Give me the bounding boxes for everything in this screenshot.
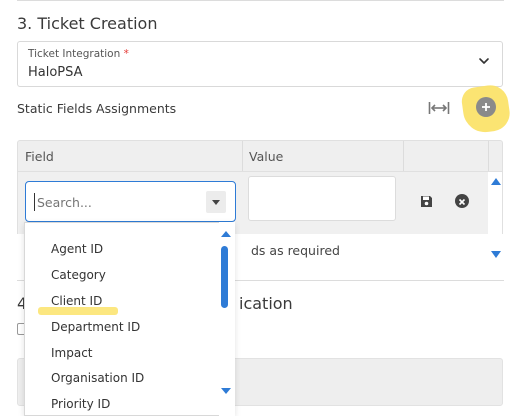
scroll-down-icon[interactable] (491, 251, 501, 258)
ticket-integration-label-text: Ticket Integration (28, 48, 121, 60)
table-scrollbar[interactable] (488, 172, 502, 264)
ticket-integration-label: Ticket Integration * (28, 48, 129, 60)
list-item[interactable]: Impact (51, 346, 93, 360)
cancel-icon[interactable] (455, 194, 469, 208)
static-fields-label: Static Fields Assignments (17, 101, 177, 116)
field-select-toggle[interactable] (206, 191, 226, 213)
caret-down-icon (212, 200, 220, 205)
list-item[interactable]: Priority ID (51, 397, 110, 411)
list-item[interactable]: Agent ID (51, 242, 103, 256)
scroll-down-icon[interactable] (221, 388, 231, 394)
ticket-integration-value: HaloPSA (28, 65, 83, 80)
scroll-thumb[interactable] (221, 246, 228, 308)
required-mark: * (123, 48, 129, 60)
field-search-input[interactable] (34, 193, 194, 211)
list-item[interactable]: Client ID (51, 294, 102, 308)
section-title-ticket-creation: 3. Ticket Creation (17, 14, 158, 33)
section4-title-end: ication (239, 294, 293, 313)
dropdown-scrollbar[interactable] (219, 222, 235, 416)
add-field-button[interactable] (476, 97, 496, 117)
expand-horizontal-icon[interactable] (428, 100, 450, 116)
list-item[interactable]: Department ID (51, 320, 140, 334)
add-icon (482, 103, 490, 111)
value-input[interactable] (248, 176, 396, 221)
header-field: Field (25, 149, 54, 164)
scroll-up-icon[interactable] (491, 178, 501, 185)
field-dropdown-list: Agent ID Category Client ID Department I… (24, 222, 235, 416)
save-icon[interactable] (420, 195, 433, 208)
required-fields-note: ds as required (251, 243, 340, 258)
chevron-down-icon[interactable] (477, 54, 491, 68)
column-divider (242, 141, 243, 171)
client-id-highlight (38, 307, 118, 315)
scroll-up-icon[interactable] (221, 231, 231, 237)
close-x-icon (458, 198, 466, 206)
header-value: Value (249, 149, 284, 164)
list-item[interactable]: Category (51, 268, 106, 282)
table-header: Field Value (17, 140, 503, 172)
field-select[interactable] (25, 181, 236, 222)
ticket-integration-select[interactable]: Ticket Integration * HaloPSA (17, 41, 503, 87)
column-divider (403, 141, 404, 171)
list-item[interactable]: Organisation ID (51, 371, 144, 385)
top-divider (17, 0, 504, 1)
column-divider (488, 141, 489, 171)
